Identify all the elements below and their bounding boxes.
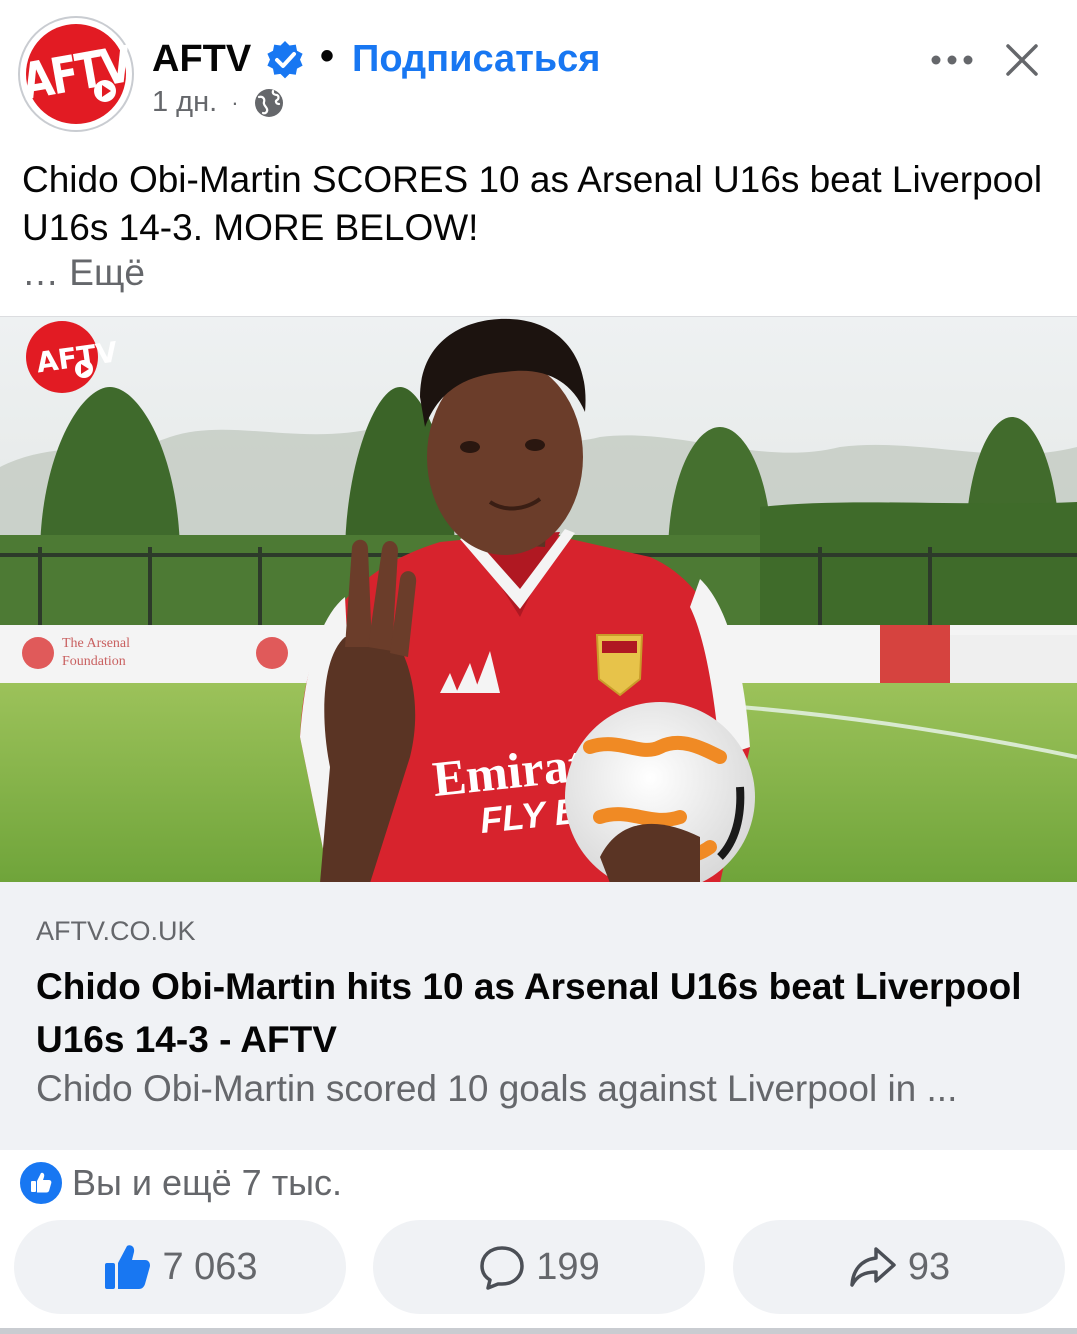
share-icon [850, 1247, 896, 1287]
reactions-summary[interactable]: Вы и ещё 7 тыс. [18, 1160, 342, 1206]
comment-icon [480, 1246, 525, 1290]
page-avatar[interactable]: AFTV [18, 16, 134, 132]
thumbs-up-icon [105, 1245, 151, 1289]
aftv-logo: AFTV [18, 24, 134, 124]
bottom-divider [0, 1328, 1077, 1334]
share-button[interactable]: 93 [733, 1220, 1065, 1314]
action-bar: 7 063 199 93 [0, 1220, 1077, 1318]
follow-button[interactable]: Подписаться [352, 38, 600, 81]
verified-badge-icon [267, 41, 303, 79]
comment-button[interactable]: 199 [373, 1220, 705, 1314]
page-name[interactable]: AFTV [152, 38, 251, 81]
meta-separator: · [231, 89, 239, 115]
link-title: Chido Obi-Martin hits 10 as Arsenal U16s… [36, 966, 1022, 1060]
globe-icon [254, 88, 283, 117]
comment-count: 199 [536, 1245, 600, 1288]
photo-illustration: The Arsenal Foundation AFTV Emirates FLY… [0, 317, 1077, 883]
link-description: Chido Obi-Martin scored 10 goals against… [36, 1068, 958, 1109]
logo-text: AFTV [17, 36, 135, 112]
see-more-link[interactable]: … Ещё [22, 252, 145, 294]
like-reaction-icon [18, 1160, 64, 1206]
reactions-text: Вы и ещё 7 тыс. [72, 1162, 343, 1203]
like-count: 7 063 [162, 1245, 258, 1288]
more-horizontal-icon[interactable] [928, 40, 976, 80]
post-time[interactable]: 1 дн. [152, 86, 217, 119]
separator-dot: • [320, 34, 335, 78]
post-meta: 1 дн. · [152, 86, 285, 119]
post-header: AFTV AFTV • Подписаться 1 дн. · [0, 0, 1077, 140]
link-domain: AFTV.CO.UK [36, 916, 196, 946]
post-text: Chido Obi-Martin SCORES 10 as Arsenal U1… [22, 159, 1043, 248]
board-text-1: The Arsenal [62, 636, 130, 651]
like-button[interactable]: 7 063 [14, 1220, 346, 1314]
board-text-2: Foundation [62, 654, 126, 669]
post-photo[interactable]: The Arsenal Foundation AFTV Emirates FLY… [0, 316, 1077, 883]
play-icon [94, 80, 116, 102]
link-preview[interactable]: AFTV.CO.UK Chido Obi-Martin hits 10 as A… [0, 882, 1077, 1150]
share-count: 93 [907, 1245, 951, 1288]
close-icon[interactable] [1000, 38, 1044, 82]
